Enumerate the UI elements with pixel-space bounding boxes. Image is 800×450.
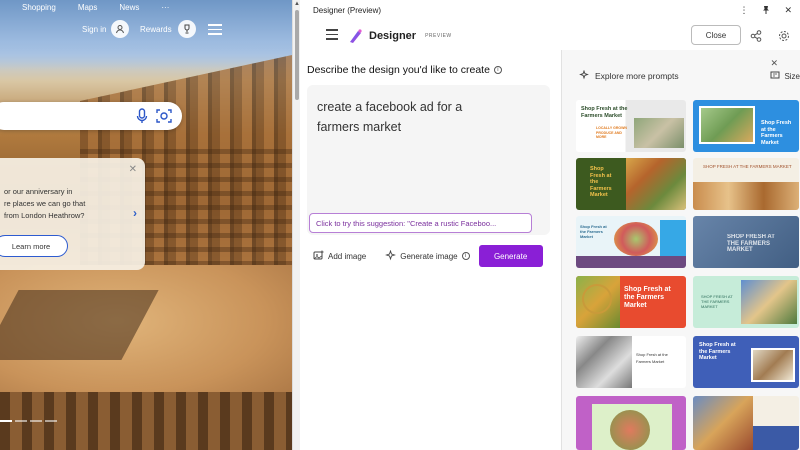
visual-search-icon[interactable] [156,108,172,129]
designer-toolbar: Designer PREVIEW Close [300,22,800,50]
template-thumbnail[interactable]: Shop Fresh at the Farmers Market [576,336,686,388]
template-caption: SHOP FRESH AT THE FARMERS MARKET [701,294,733,309]
carousel-dots [0,420,57,422]
prompt-actions: Add image Generate image i Generate [313,245,548,267]
template-thumbnail[interactable]: SHOP FRESH AT THE FARMERS MARKET [693,158,799,210]
close-button[interactable]: Close [691,25,741,45]
template-thumbnail[interactable] [693,396,799,450]
close-icon[interactable]: ✕ [129,164,137,175]
prompt-pane: Describe the design you'd like to create… [300,55,555,450]
designer-panel: Designer (Preview) ⋮ ✕ Designer PREVIEW … [300,0,800,450]
template-caption: Shop Fresh at the Farmers Market [636,352,668,364]
info-icon[interactable]: i [461,252,470,260]
nav-shopping[interactable]: Shopping [22,3,56,12]
sparkle-icon [579,69,589,82]
template-thumbnail[interactable]: Shop Fresh at the Farmers Market [576,158,686,210]
explore-prompts-label: Explore more prompts [595,71,679,81]
window-titlebar: Designer (Preview) ⋮ ✕ [300,0,800,20]
template-caption: Shop Fresh at the Farmers Market [624,286,671,309]
nav-more[interactable]: ··· [161,3,169,12]
sign-in-button[interactable]: Sign in [82,20,130,38]
template-thumbnail[interactable]: Shop Fresh at the Farmers Market LOCALLY… [576,100,686,152]
promo-text: or our anniversary in re places we can g… [4,187,86,220]
scrollbar-thumb[interactable] [295,10,299,100]
generate-image-label: Generate image [400,251,458,261]
screen: Shopping Maps News ··· Sign in Rewards ✕… [0,0,800,450]
promo-card: ✕ or our anniversary in re places we can… [0,158,145,270]
template-caption: SHOP FRESH AT THE FARMERS MARKET [727,234,775,253]
learn-more-button[interactable]: Learn more [0,235,68,257]
template-caption: Shop Fresh at the Farmers Market [581,106,628,119]
add-image-icon [313,250,324,263]
settings-gear-icon[interactable] [778,29,790,47]
bing-search-box[interactable] [0,102,182,130]
add-image-button[interactable]: Add image [313,250,366,263]
rewards-label: Rewards [140,24,172,34]
sign-in-label: Sign in [82,24,107,34]
nav-maps[interactable]: Maps [78,3,98,12]
template-thumbnail[interactable] [576,396,686,450]
more-options-icon[interactable]: ⋮ [739,5,748,16]
template-thumbnail[interactable]: SHOP FRESH AT THE FARMERS MARKET [693,276,799,328]
add-image-label: Add image [328,251,367,261]
explore-prompts-header[interactable]: Explore more prompts [579,69,679,82]
template-caption: Shop Fresh at the Farmers Market [580,224,607,239]
sparkle-icon [385,249,397,263]
info-icon[interactable]: i [493,66,502,74]
share-icon[interactable] [750,29,762,47]
template-thumbnail[interactable]: Shop Fresh at the Farmers Market [693,100,799,152]
template-caption: Shop Fresh at the Farmers Market [699,342,736,361]
preview-badge: PREVIEW [425,33,452,39]
prompt-text[interactable]: create a facebook ad for a farmers marke… [317,97,537,137]
close-window-icon[interactable]: ✕ [784,5,792,16]
size-dropdown[interactable]: Size [770,70,800,82]
bing-homepage: Shopping Maps News ··· Sign in Rewards ✕… [0,0,292,450]
prompt-heading: Describe the design you'd like to create… [307,64,502,76]
template-caption: Shop Fresh at the Farmers Market [590,166,612,198]
explore-pane: ✕ Explore more prompts Size Shop Fresh a… [562,50,800,450]
rewards-button[interactable]: Rewards [140,20,196,38]
window-title: Designer (Preview) [313,5,382,15]
bing-top-nav: Shopping Maps News ··· [0,0,292,14]
app-name: Designer [369,30,417,42]
designer-logo-icon [348,28,364,44]
generate-button[interactable]: Generate [478,245,543,267]
template-caption: SHOP FRESH AT THE FARMERS MARKET [703,164,792,169]
trophy-icon [177,20,196,38]
template-thumbnail[interactable]: Shop Fresh at the Farmers Market [576,216,686,268]
hamburger-menu-icon[interactable] [326,29,338,43]
close-explore-icon[interactable]: ✕ [770,58,778,69]
bing-scrollbar[interactable]: ▲ [292,0,300,450]
chevron-right-icon[interactable]: › [133,206,137,220]
template-caption: Shop Fresh at the Farmers Market [761,120,792,146]
microphone-icon[interactable] [136,108,148,129]
size-label: Size [784,71,800,81]
nav-news[interactable]: News [119,3,139,12]
bing-menu-icon[interactable] [208,24,222,38]
window-controls: ⋮ ✕ [739,5,792,16]
generate-image-button[interactable]: Generate image i [385,249,470,263]
suggestion-chip[interactable]: Click to try this suggestion: "Create a … [309,213,532,233]
pin-icon[interactable] [762,5,770,16]
template-thumbnail[interactable]: Shop Fresh at the Farmers Market [576,276,686,328]
user-icon [111,20,130,38]
template-thumbnail[interactable]: SHOP FRESH AT THE FARMERS MARKET [693,216,799,268]
template-subcaption: LOCALLY GROWN PRODUCE AND MORE [596,126,627,139]
resize-icon [770,70,780,82]
template-thumbnail[interactable]: Shop Fresh at the Farmers Market [693,336,799,388]
